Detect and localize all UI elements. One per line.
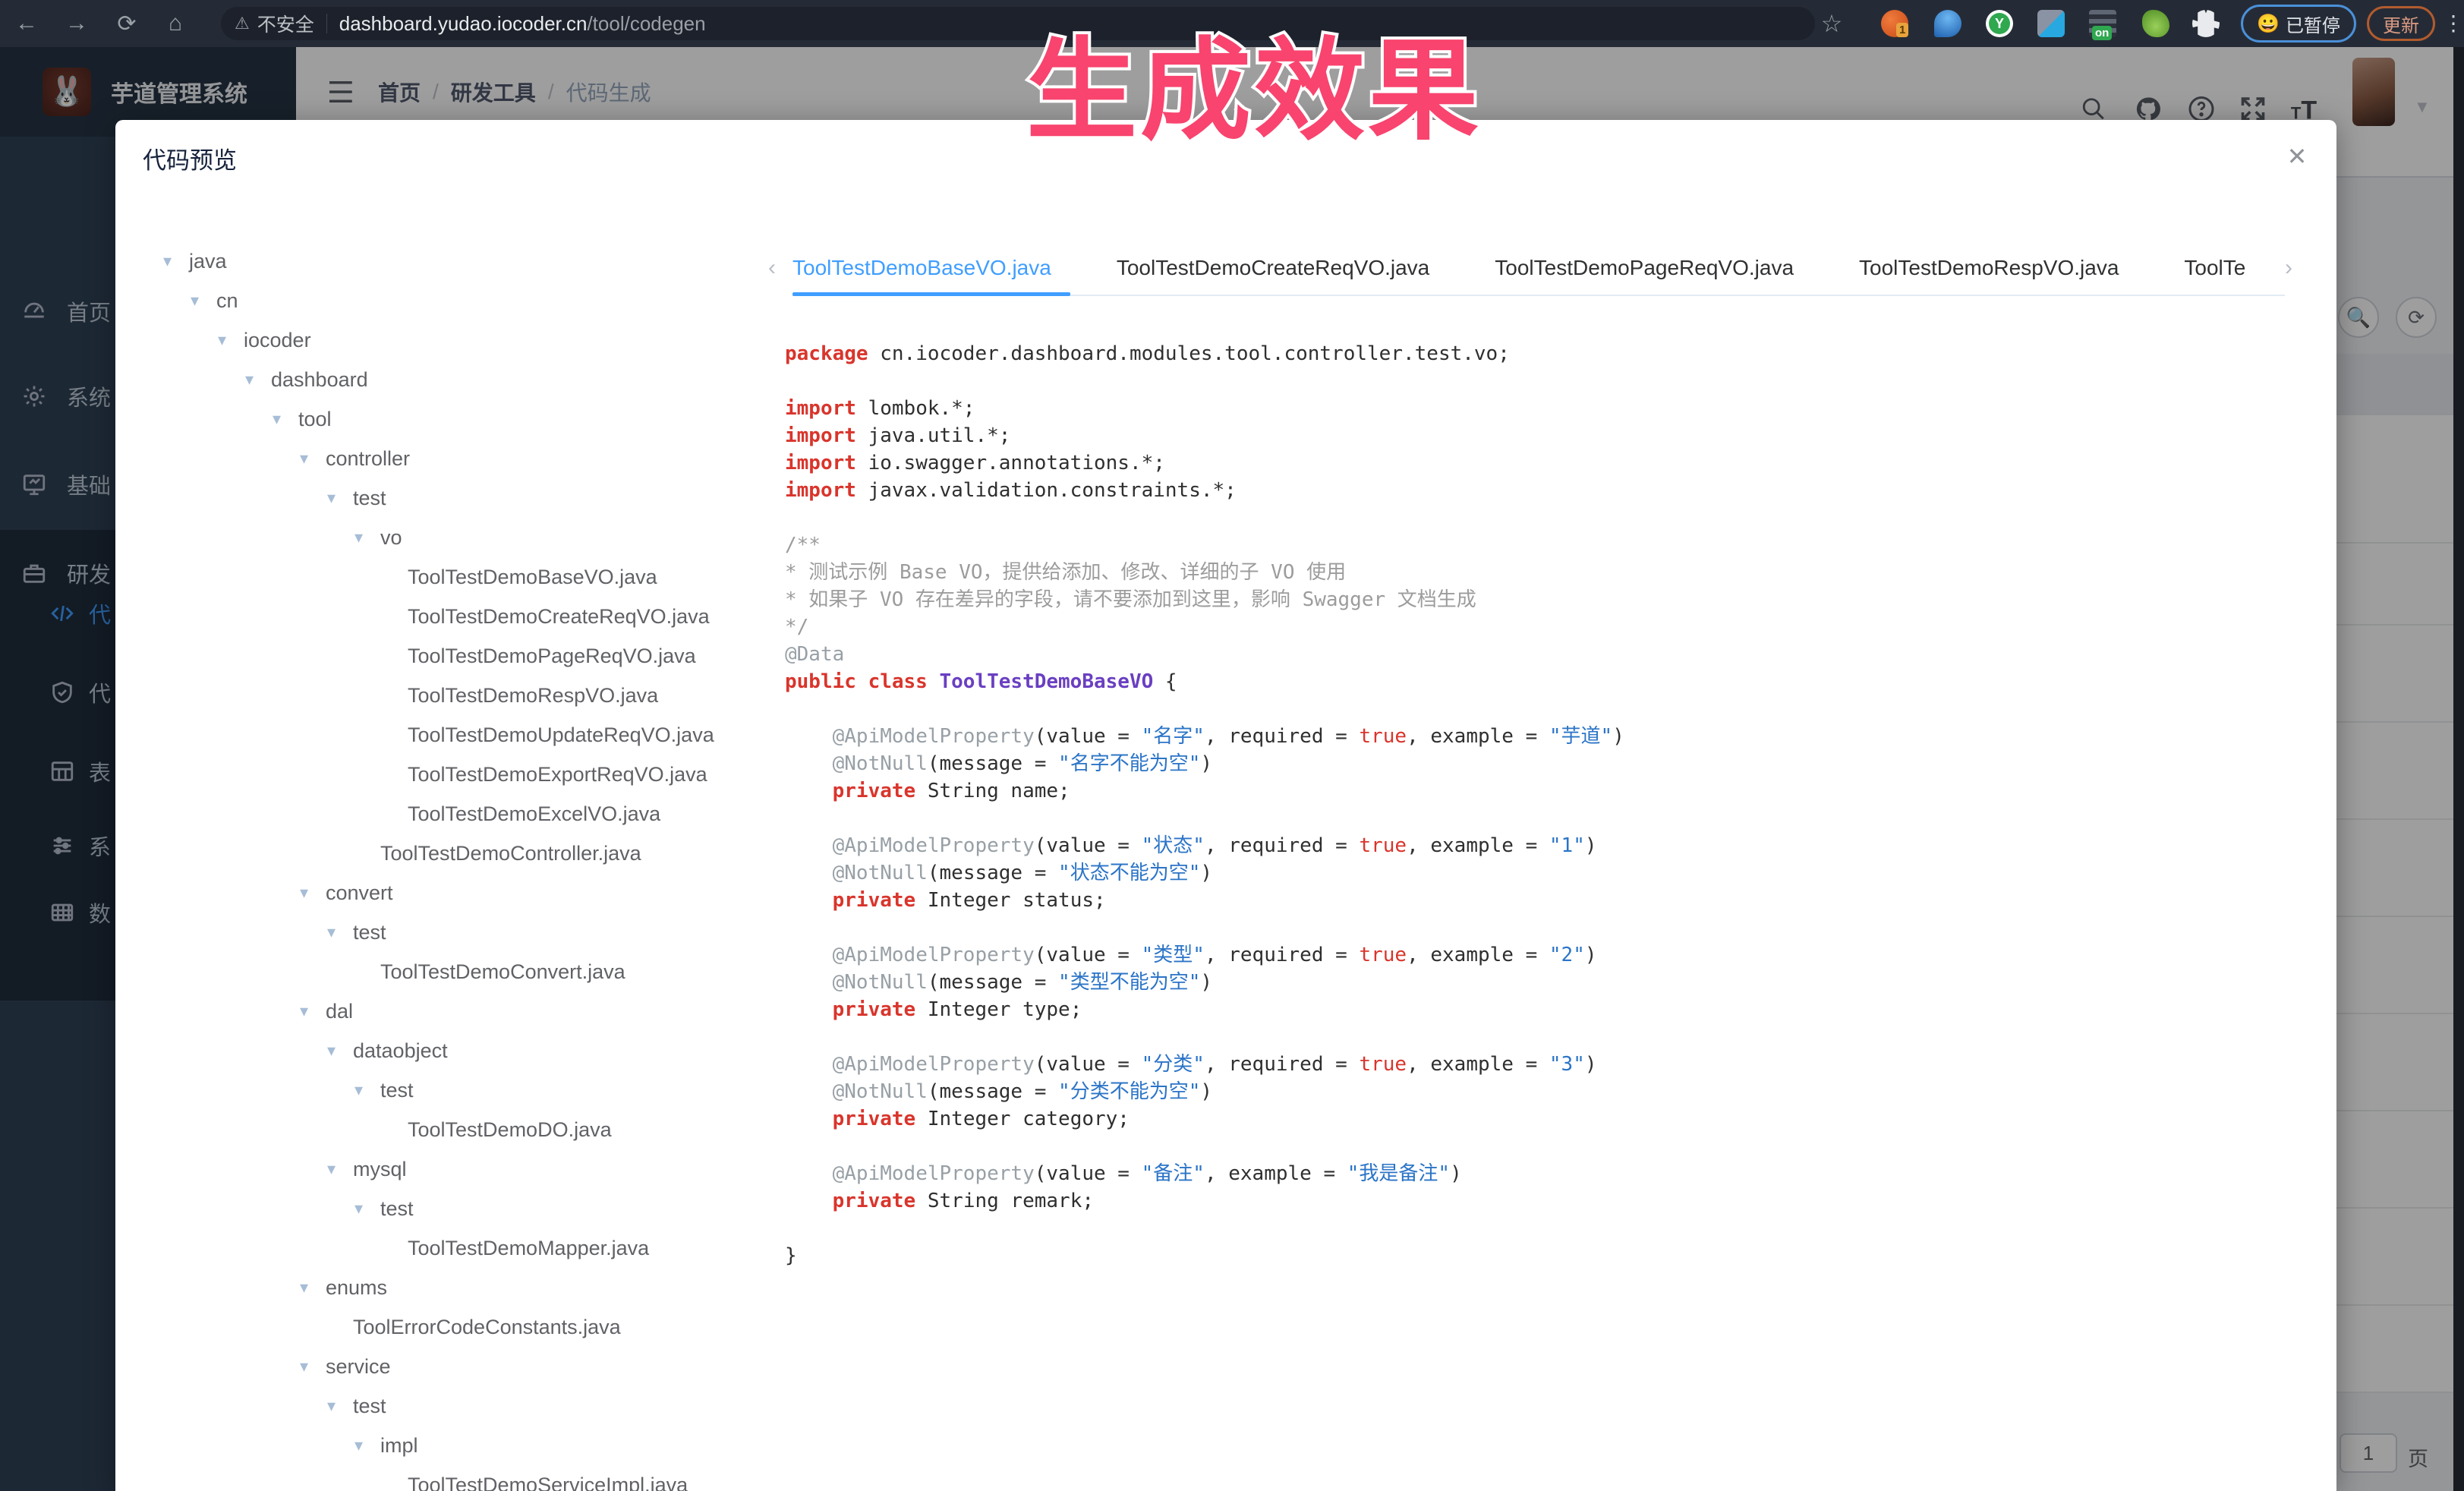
caret-down-icon[interactable]: ▾ [218,330,244,350]
tree-node[interactable]: ▾ToolErrorCodeConstants.java [138,1307,768,1347]
extension-icon-plant[interactable] [2142,10,2169,37]
tree-node[interactable]: ▾tool [138,399,768,439]
file-tabs-bar: ‹ ToolTestDemoBaseVO.java ToolTestDemoCre… [765,244,2314,295]
caret-down-icon[interactable]: ▾ [327,1396,353,1416]
tree-node[interactable]: ▾test [138,1070,768,1110]
caret-down-icon[interactable]: ▾ [245,370,271,389]
tree-node[interactable]: ▾java [138,241,768,281]
security-label: 不安全 [257,10,314,37]
paused-label: 已暂停 [2286,11,2340,37]
insecure-warning-icon: ⚠ [235,14,250,33]
tree-node[interactable]: ▾ToolTestDemoUpdateReqVO.java [138,715,768,755]
code-content: package cn.iocoder.dashboard.modules.too… [785,340,2311,1269]
caret-down-icon[interactable]: ▾ [327,1159,353,1179]
tree-node[interactable]: ▾ToolTestDemoDO.java [138,1110,768,1149]
tree-node[interactable]: ▾mysql [138,1149,768,1189]
tab-4[interactable]: ToolTestDemoRespVO.java [1859,256,2119,280]
code-preview-dialog: 代码预览 ✕ ▾java▾cn▾iocoder▾dashboard▾tool▾c… [115,120,2336,1491]
profile-emoji: 😀 [2257,13,2280,35]
tree-node[interactable]: ▾test [138,913,768,952]
url-path: /tool/codegen [587,12,705,36]
caret-down-icon[interactable]: ▾ [300,1278,326,1297]
extension-badge-on: on [2092,26,2112,40]
extensions-puzzle-icon[interactable] [2192,10,2220,37]
caret-down-icon[interactable]: ▾ [300,1357,326,1376]
file-tree: ▾java▾cn▾iocoder▾dashboard▾tool▾controll… [138,241,768,1491]
tabs-active-underline [792,292,1070,296]
tab-1[interactable]: ToolTestDemoBaseVO.java [792,256,1051,280]
tree-node[interactable]: ▾ToolTestDemoController.java [138,834,768,873]
caret-down-icon[interactable]: ▾ [354,1436,380,1455]
tree-node[interactable]: ▾cn [138,281,768,320]
tree-node[interactable]: ▾ToolTestDemoRespVO.java [138,676,768,715]
browser-reload-button[interactable]: ⟳ [108,0,146,47]
caret-down-icon[interactable]: ▾ [354,1199,380,1218]
tree-node[interactable]: ▾iocoder [138,320,768,360]
tree-node[interactable]: ▾ToolTestDemoBaseVO.java [138,557,768,597]
tree-node[interactable]: ▾vo [138,518,768,557]
tree-node[interactable]: ▾controller [138,439,768,478]
tab-5[interactable]: ToolTe [2184,256,2245,280]
close-icon[interactable]: ✕ [2280,140,2314,173]
extension-icon-grid[interactable] [2037,10,2065,37]
caret-down-icon[interactable]: ▾ [327,922,353,942]
tabs-scroll-right-icon[interactable]: › [2285,255,2292,281]
tree-node[interactable]: ▾dashboard [138,360,768,399]
tree-node[interactable]: ▾ToolTestDemoPageReqVO.java [138,636,768,676]
page-scrollbar[interactable] [2453,47,2464,1491]
caret-down-icon[interactable]: ▾ [300,1001,326,1021]
extension-green-letter: Y [1989,13,2010,34]
extension-icon-green[interactable]: Y [1986,10,2013,37]
chrome-update-button[interactable]: 更新 [2367,6,2435,41]
tree-node[interactable]: ▾convert [138,873,768,913]
browser-menu-icon[interactable]: ⋮ [2443,11,2464,36]
caret-down-icon[interactable]: ▾ [273,409,298,429]
caret-down-icon[interactable]: ▾ [354,1080,380,1100]
tab-2[interactable]: ToolTestDemoCreateReqVO.java [1117,256,1429,280]
caret-down-icon[interactable]: ▾ [327,1041,353,1061]
address-divider [326,14,327,33]
browser-forward-button[interactable]: → [58,0,96,47]
caret-down-icon[interactable]: ▾ [300,883,326,903]
tree-node[interactable]: ▾enums [138,1268,768,1307]
caret-down-icon[interactable]: ▾ [163,251,189,271]
tree-node[interactable]: ▾ToolTestDemoMapper.java [138,1228,768,1268]
profile-paused-chip[interactable]: 😀 已暂停 [2241,5,2356,43]
url-host: dashboard.yudao.iocoder.cn [339,12,588,36]
tree-node[interactable]: ▾ToolTestDemoExportReqVO.java [138,755,768,794]
tree-node[interactable]: ▾dal [138,991,768,1031]
tree-node[interactable]: ▾ToolTestDemoCreateReqVO.java [138,597,768,636]
tree-node[interactable]: ▾service [138,1347,768,1386]
tree-node[interactable]: ▾impl [138,1426,768,1465]
extension-icon-drop[interactable] [1934,10,1961,37]
tree-node[interactable]: ▾test [138,1386,768,1426]
bookmark-star-icon[interactable]: ☆ [1813,0,1851,47]
extension-badge-1: 1 [1896,23,1908,37]
caret-down-icon[interactable]: ▾ [354,528,380,547]
tree-node[interactable]: ▾ToolTestDemoServiceImpl.java [138,1465,768,1491]
tree-node[interactable]: ▾dataobject [138,1031,768,1070]
tree-node[interactable]: ▾ToolTestDemoConvert.java [138,952,768,991]
tree-node[interactable]: ▾test [138,1189,768,1228]
tree-node[interactable]: ▾ToolTestDemoExcelVO.java [138,794,768,834]
address-bar[interactable]: ⚠ 不安全 dashboard.yudao.iocoder.cn/tool/co… [221,7,1815,40]
tab-3[interactable]: ToolTestDemoPageReqVO.java [1495,256,1794,280]
tabs-scroll-left-icon[interactable]: ‹ [768,255,776,281]
dialog-title: 代码预览 [143,141,237,175]
browser-back-button[interactable]: ← [8,0,46,47]
caret-down-icon[interactable]: ▾ [191,291,216,310]
browser-home-button[interactable]: ⌂ [156,0,194,47]
caret-down-icon[interactable]: ▾ [327,488,353,508]
tree-node[interactable]: ▾test [138,478,768,518]
caret-down-icon[interactable]: ▾ [300,449,326,468]
annotation-text: 生成效果 [1026,2,1482,162]
